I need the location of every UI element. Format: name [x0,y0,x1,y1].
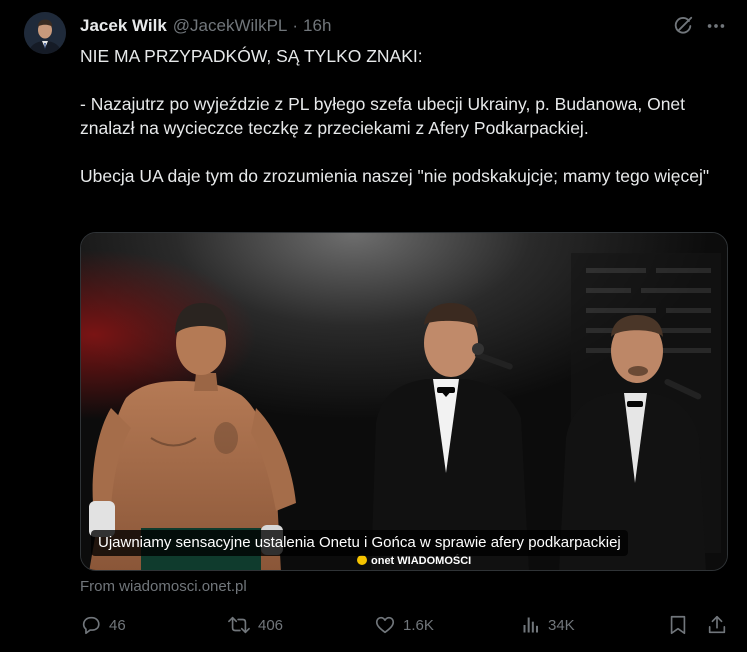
more-icon[interactable] [704,14,728,38]
repost-button[interactable]: 406 [227,610,283,640]
share-button[interactable] [706,610,728,640]
tweet-text: NIE MA PRZYPADKÓW, SĄ TYLKO ZNAKI: - Naz… [80,44,730,188]
link-source[interactable]: From wiadomosci.onet.pl [80,578,247,595]
tweet-line-1: NIE MA PRZYPADKÓW, SĄ TYLKO ZNAKI: [80,46,423,66]
views-icon [521,615,541,635]
action-bar: 46 406 1.6K 34K [0,610,747,640]
link-card-image[interactable]: onet WIADOMOŚCI Ujawniamy sensacyjne ust… [80,232,728,571]
tweet-time[interactable]: 16h [303,16,331,36]
share-icon [706,614,728,636]
reply-count: 46 [109,616,126,634]
like-count: 1.6K [403,616,434,634]
tweet-card: Jacek Wilk @JacekWilkPL · 16h NIE MA PRZ… [0,0,747,652]
views-button[interactable]: 34K [521,610,575,640]
view-count: 34K [548,616,575,634]
bookmark-icon [667,614,689,636]
like-button[interactable]: 1.6K [374,610,434,640]
grok-icon[interactable] [671,14,695,38]
tweet-header: Jacek Wilk @JacekWilkPL · 16h [80,15,331,37]
bookmark-button[interactable] [667,610,689,640]
reply-icon [80,614,102,636]
heart-icon [374,614,396,636]
tweet-paragraph-2: - Nazajutrz po wyjeździe z PL byłego sze… [80,94,686,138]
tweet-paragraph-3: Ubecja UA daje tym do zrozumienia naszej… [80,166,710,186]
link-card-caption[interactable]: Ujawniamy sensacyjne ustalenia Onetu i G… [91,530,628,556]
author-name[interactable]: Jacek Wilk [80,16,167,36]
author-handle[interactable]: @JacekWilkPL [173,16,288,36]
avatar[interactable] [24,12,66,54]
separator-dot: · [292,16,299,35]
repost-count: 406 [258,616,284,634]
reply-button[interactable]: 46 [80,610,126,640]
repost-icon [227,614,251,636]
